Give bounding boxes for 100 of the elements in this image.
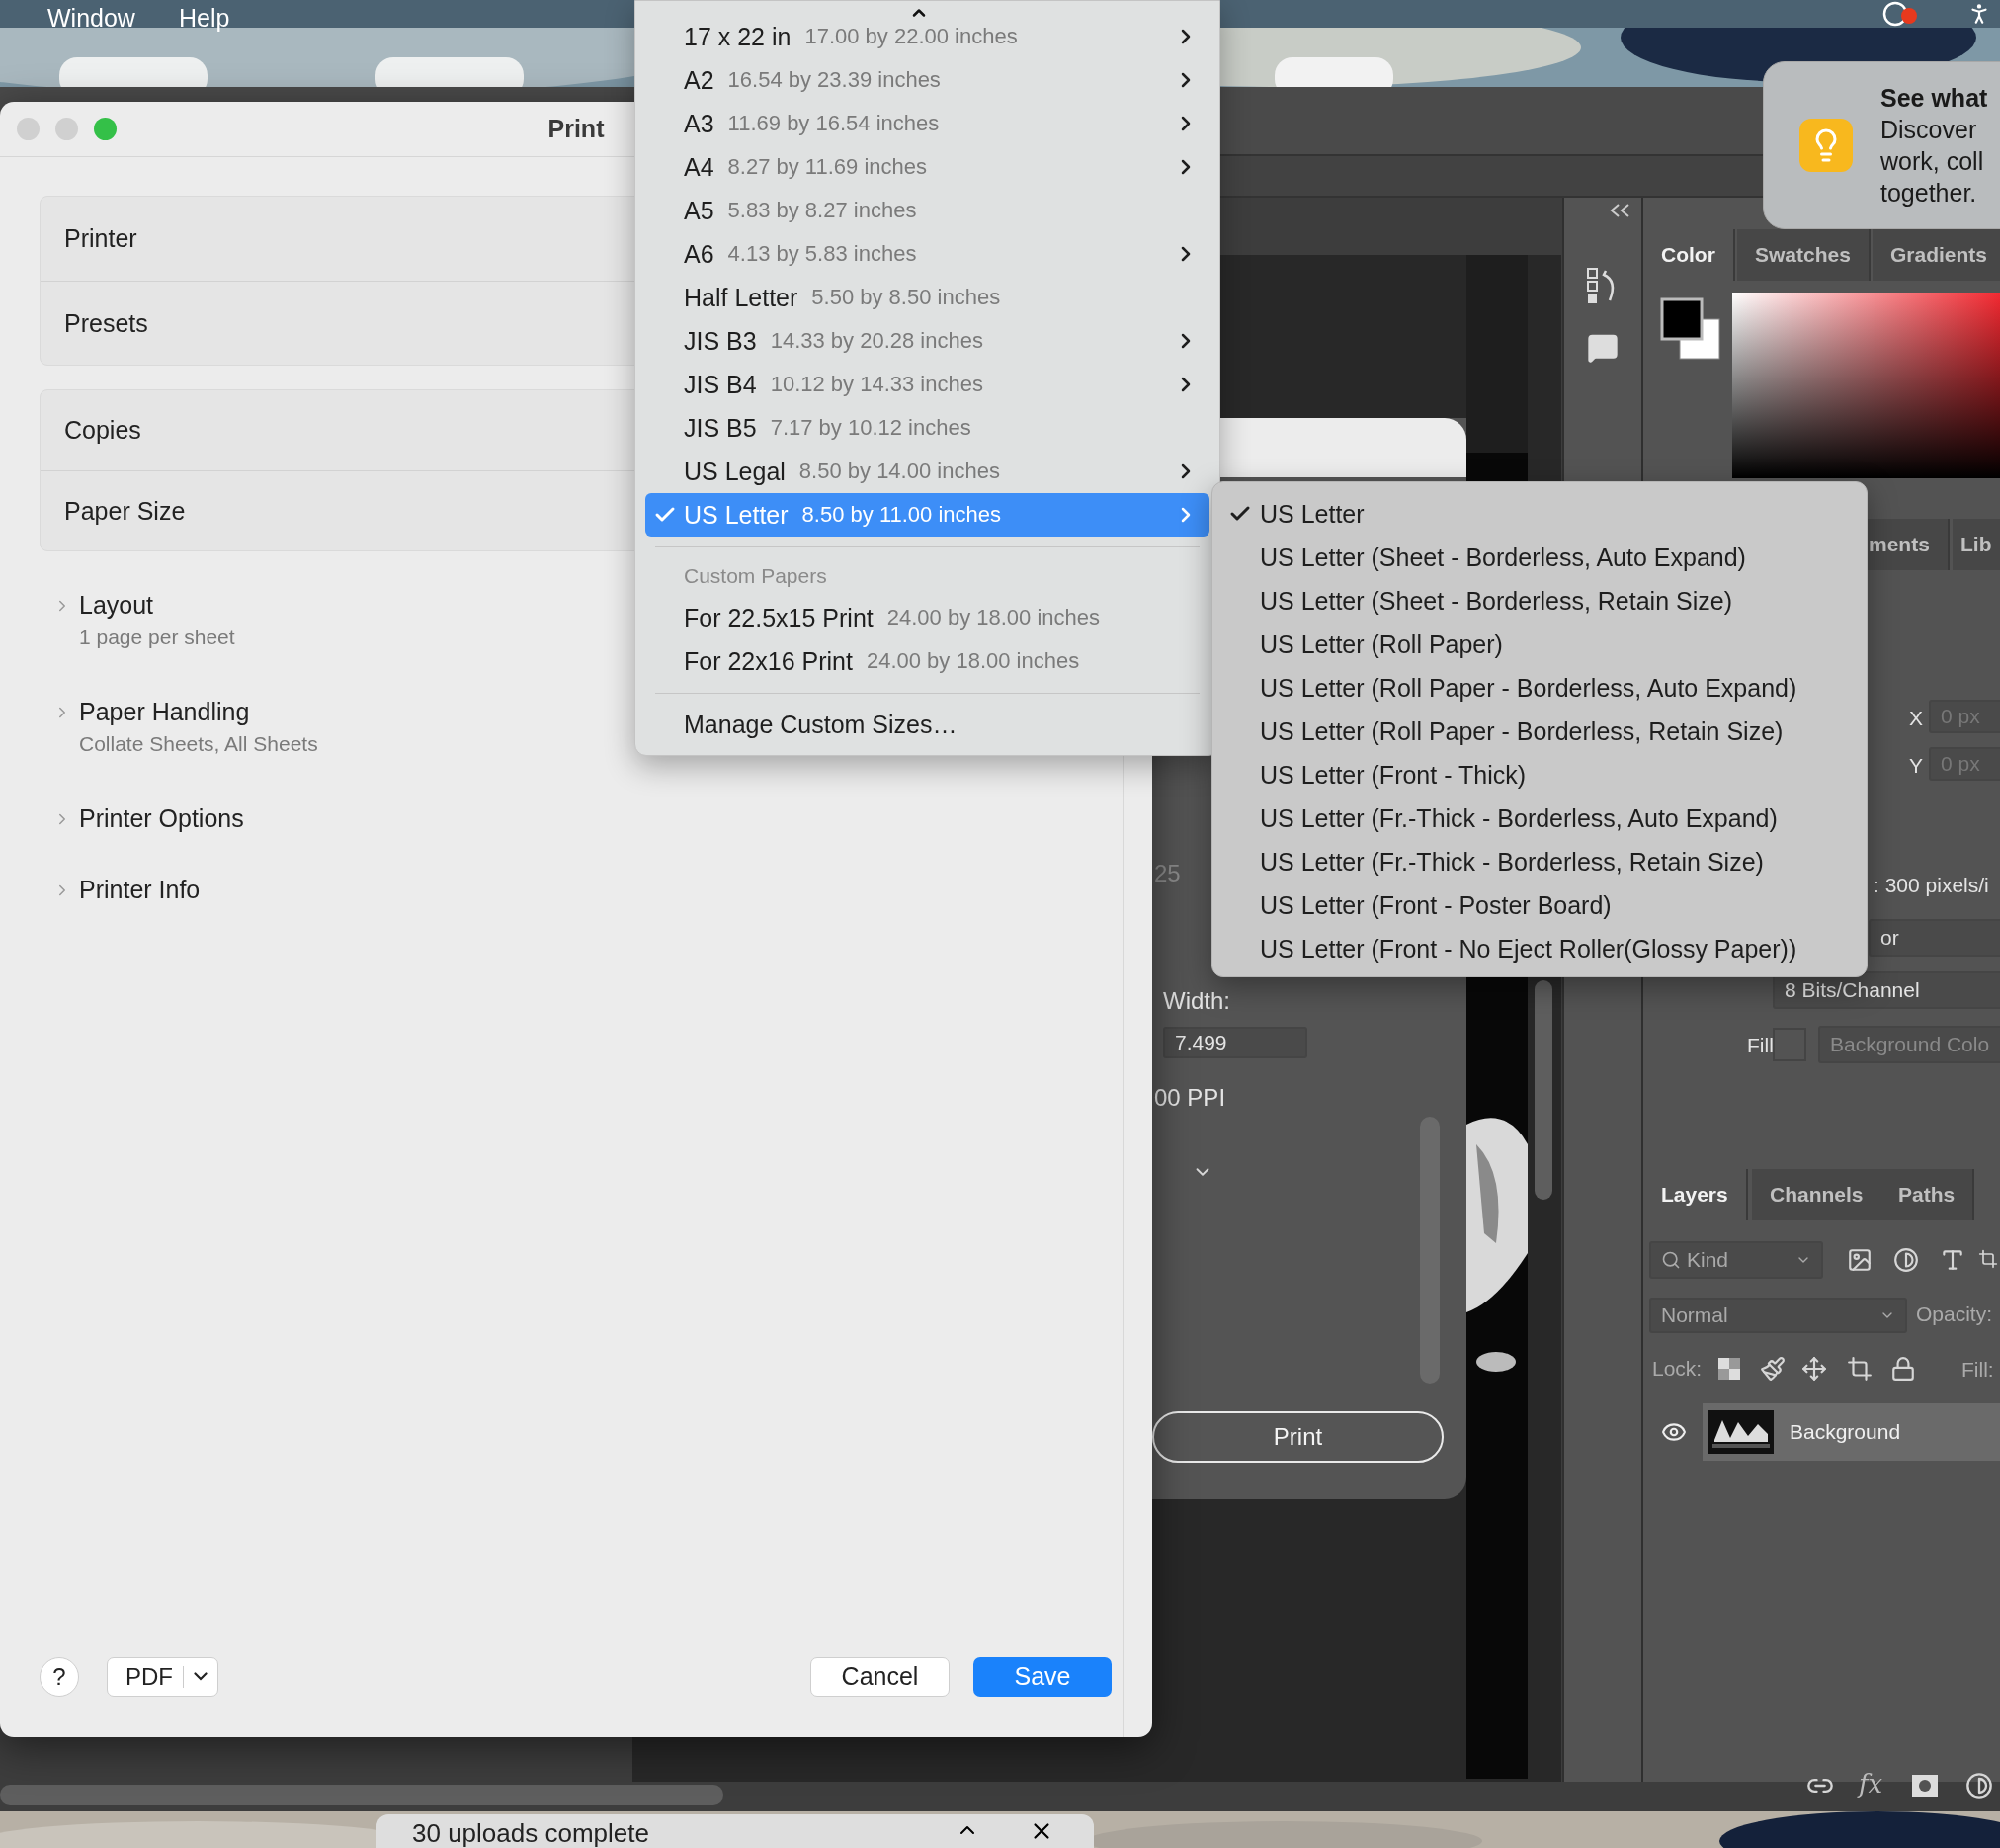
paper-dimensions: 24.00 by 18.00 inches (866, 648, 1080, 674)
lock-icon[interactable] (1890, 1356, 1916, 1382)
lock-label: Lock: (1652, 1357, 1703, 1381)
paper-name: A5 (684, 196, 714, 225)
help-button[interactable]: ? (40, 1656, 79, 1697)
paper-dimensions: 24.00 by 18.00 inches (886, 605, 1101, 630)
print-button[interactable]: Print (1152, 1411, 1444, 1463)
paper-name: JIS B4 (684, 370, 757, 399)
menu-item[interactable]: JIS B5 7.17 by 10.12 inches (645, 406, 1209, 450)
image-icon[interactable] (1847, 1247, 1873, 1273)
section-label[interactable]: Printer Info (79, 876, 201, 904)
menu-item[interactable]: US Letter (Front - Thick) (1222, 753, 1837, 797)
menu-item[interactable]: A5 5.83 by 8.27 inches (645, 189, 1209, 232)
paper-dimensions: 11.69 by 16.54 inches (727, 111, 940, 136)
menu-item[interactable]: US Letter (Roll Paper) (1222, 623, 1837, 666)
panel-tab[interactable]: Gradients (1873, 229, 2000, 281)
paper-dimensions: 14.33 by 20.28 inches (770, 328, 983, 354)
lightbulb-icon (1799, 119, 1853, 172)
menu-bar-item[interactable]: Window (47, 4, 135, 32)
menu-item[interactable]: For 22x16 Print 24.00 by 18.00 inches (645, 639, 1209, 683)
adjustment-icon[interactable] (1965, 1772, 1993, 1800)
adjustment-icon[interactable] (1893, 1247, 1919, 1273)
checkerboard-icon[interactable] (1718, 1358, 1740, 1380)
color-swatches-icon[interactable] (1660, 297, 1721, 361)
menu-item[interactable]: For 22.5x15 Print 24.00 by 18.00 inches (645, 596, 1209, 639)
fill-label: Fill: (1961, 1358, 1994, 1382)
menu-item[interactable]: A6 4.13 by 5.83 inches (645, 232, 1209, 276)
search-icon (1661, 1250, 1681, 1270)
paper-name: A3 (684, 109, 714, 138)
paper-name: US Letter (684, 500, 789, 530)
layer-name: Background (1790, 1420, 1901, 1444)
paper-name: For 22.5x15 Print (684, 603, 874, 632)
paper-dimensions: 8.27 by 11.69 inches (727, 154, 927, 180)
crop-icon[interactable] (1847, 1356, 1873, 1382)
panel-tab[interactable]: Lib (1953, 519, 2000, 570)
menu-item[interactable]: A3 11.69 by 16.54 inches (645, 102, 1209, 145)
save-button[interactable]: Save (973, 1656, 1112, 1697)
menu-item[interactable]: US Letter (Roll Paper - Borderless, Retain Size) (1222, 710, 1837, 753)
field-label: Width: (1163, 987, 1230, 1015)
paper-dimensions: 16.54 by 23.39 inches (727, 67, 941, 93)
crop-icon[interactable] (1978, 1249, 1998, 1269)
comment-icon[interactable] (1587, 332, 1619, 364)
menu-bar-item[interactable]: Help (178, 4, 230, 32)
layer-filter-field[interactable]: Kind (1649, 1241, 1823, 1279)
resolution-label: 00 PPI (1154, 1084, 1226, 1112)
paper-name: For 22x16 Print (684, 646, 853, 676)
opacity-label: Opacity: (1916, 1302, 1993, 1326)
menu-item[interactable]: US Letter (Front - No Eject Roller(Glossy Paper)) (1222, 927, 1837, 970)
menu-item[interactable]: JIS B4 10.12 by 14.33 inches (645, 363, 1209, 406)
blend-mode-dropdown[interactable]: Normal (1649, 1298, 1907, 1333)
move-icon[interactable] (1801, 1356, 1827, 1382)
menu-item[interactable]: US Letter (1222, 492, 1837, 536)
dialog-title: Print (547, 115, 605, 143)
notification-title: See what (1880, 83, 1988, 114)
menu-item[interactable]: A4 8.27 by 11.69 inches (645, 145, 1209, 189)
field-label: Y (1909, 754, 1923, 778)
paper-dimensions: 10.12 by 14.33 inches (770, 372, 983, 397)
paper-dimensions: 7.17 by 10.12 inches (770, 415, 971, 441)
paper-dimensions: 8.50 by 11.00 inches (801, 502, 1001, 528)
panel-tab[interactable]: Channels (1752, 1169, 1883, 1220)
field-label: Fill (1747, 1034, 1774, 1057)
brush-icon[interactable] (1760, 1356, 1786, 1382)
layer-row[interactable]: Background (1703, 1403, 2000, 1461)
menu-item[interactable]: US Letter (Sheet - Borderless, Retain Size) (1222, 579, 1837, 623)
menu-item[interactable]: US Letter (Front - Poster Board) (1222, 883, 1837, 927)
color-mode-dropdown[interactable]: or (1869, 919, 2000, 957)
chevron-down-icon (194, 1672, 208, 1681)
paper-dimensions: 4.13 by 5.83 inches (727, 241, 917, 267)
bit-depth-dropdown[interactable]: 8 Bits/Channel (1773, 971, 2000, 1009)
menu-item[interactable]: US Letter (Roll Paper - Borderless, Auto Expand) (1222, 666, 1837, 710)
menu-item[interactable]: US Letter (Sheet - Borderless, Auto Expand) (1222, 536, 1837, 579)
resolution-text: : 300 pixels/i (1874, 874, 1989, 897)
downloads-status: 30 uploads complete (412, 1818, 649, 1848)
panel-tab[interactable]: Paths (1880, 1169, 1975, 1220)
notification-text: work, coll (1880, 146, 1985, 177)
menu-item[interactable]: US Letter (Fr.-Thick - Borderless, Auto Expand) (1222, 797, 1837, 840)
section-label[interactable]: Paper Handling (79, 698, 250, 726)
width-field[interactable]: 7.499 (1163, 1027, 1307, 1058)
section-label[interactable]: Printer Options (79, 804, 244, 833)
panel-tab[interactable]: Swatches (1737, 229, 1871, 281)
pdf-button[interactable]: PDF (107, 1656, 218, 1697)
menu-item[interactable]: 17 x 22 in 17.00 by 22.00 inches (645, 15, 1209, 58)
paper-name: A2 (684, 65, 714, 95)
section-summary: 1 page per sheet (79, 626, 235, 649)
paper-dimensions: 17.00 by 22.00 inches (804, 24, 1018, 49)
menu-item[interactable]: A2 16.54 by 23.39 inches (645, 58, 1209, 102)
section-label[interactable]: Layout (79, 591, 154, 620)
field-label: X (1909, 707, 1923, 730)
paper-name: 17 x 22 in (684, 22, 792, 51)
cancel-button[interactable]: Cancel (810, 1656, 950, 1697)
fx-icon[interactable]: fx (1859, 1769, 1883, 1799)
menu-item[interactable]: US Letter (Fr.-Thick - Borderless, Retain Size) (1222, 840, 1837, 883)
notification-text: together. (1880, 178, 1978, 209)
type-icon[interactable] (1940, 1247, 1965, 1273)
paper-name: Half Letter (684, 283, 798, 312)
section-summary: Collate Sheets, All Sheets (79, 732, 318, 756)
paper-dimensions: 5.50 by 8.50 inches (811, 285, 1001, 310)
mask-icon[interactable] (1912, 1775, 1938, 1797)
paper-dimensions: 5.83 by 8.27 inches (727, 198, 917, 223)
menu-item[interactable]: Manage Custom Sizes… (645, 703, 1209, 746)
